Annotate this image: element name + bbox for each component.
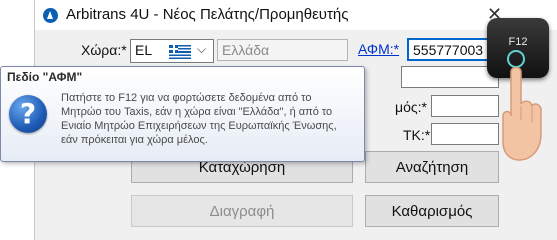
question-icon: ? xyxy=(9,95,47,133)
postal-code-field[interactable] xyxy=(431,123,499,145)
app-logo-icon xyxy=(43,8,58,23)
text-field[interactable] xyxy=(401,66,499,88)
field-label: μός:* xyxy=(395,99,427,115)
tooltip-text: Πατήστε το F12 για να φορτώσετε δεδομένα… xyxy=(61,92,337,146)
finger-pointer-icon xyxy=(502,66,542,161)
delete-button[interactable]: Διαγραφή xyxy=(131,195,353,227)
search-button[interactable]: Αναζήτηση xyxy=(365,151,499,183)
greek-flag-icon xyxy=(169,45,191,59)
postal-code-label: ΤΚ:* xyxy=(403,127,431,143)
afm-link[interactable]: ΑΦΜ:* xyxy=(358,41,399,57)
title-bar: Arbitrans 4U - Νέος Πελάτης/Προμηθευτής … xyxy=(35,0,557,30)
country-label: Χώρα:* xyxy=(81,42,127,58)
text-field[interactable] xyxy=(431,95,499,117)
f12-key-label: F12 xyxy=(508,36,528,48)
country-select[interactable]: EL ⌵ xyxy=(130,39,214,63)
afm-tooltip: Πεδίο "ΑΦΜ" ? Πατήστε το F12 για να φορτ… xyxy=(0,66,365,162)
clear-button[interactable]: Καθαρισμός xyxy=(365,195,499,227)
tooltip-title: Πεδίο "ΑΦΜ" xyxy=(7,70,83,84)
country-code: EL xyxy=(135,42,153,58)
chevron-down-icon[interactable]: ⌵ xyxy=(197,42,206,57)
country-name-field: Ελλάδα xyxy=(217,39,348,61)
window-title: Arbitrans 4U - Νέος Πελάτης/Προμηθευτής xyxy=(66,6,349,23)
